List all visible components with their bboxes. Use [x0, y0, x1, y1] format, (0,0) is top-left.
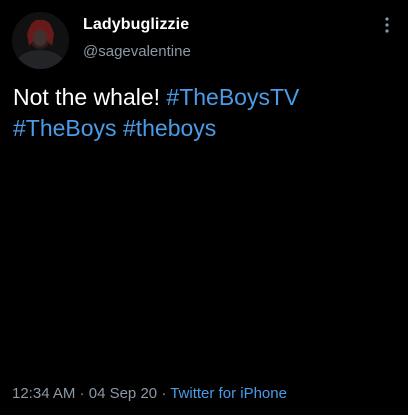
- more-vertical-icon[interactable]: [380, 14, 394, 36]
- tweet-card: Ladybuglizzie @sagevalentine Not the wha…: [0, 0, 408, 415]
- hashtag-link[interactable]: #TheBoysTV: [166, 84, 299, 110]
- meta-separator: ·: [79, 385, 85, 402]
- hashtag-link[interactable]: #theboys: [123, 115, 216, 141]
- tweet-source-link[interactable]: Twitter for iPhone: [170, 385, 287, 402]
- avatar-image: [12, 12, 69, 69]
- author-handle[interactable]: @sagevalentine: [83, 43, 191, 60]
- meta-separator: ·: [161, 385, 167, 402]
- tweet-text-plain: Not the whale!: [13, 84, 161, 110]
- tweet-date[interactable]: 04 Sep 20: [89, 385, 157, 402]
- profile-avatar[interactable]: [12, 12, 69, 69]
- hashtag-link[interactable]: #TheBoys: [13, 115, 117, 141]
- author-display-name[interactable]: Ladybuglizzie: [83, 16, 189, 34]
- tweet-text: Not the whale! #TheBoysTV #TheBoys #theb…: [13, 82, 398, 144]
- tweet-meta: 12:34 AM · 04 Sep 20 · Twitter for iPhon…: [12, 385, 287, 402]
- tweet-time[interactable]: 12:34 AM: [12, 385, 75, 402]
